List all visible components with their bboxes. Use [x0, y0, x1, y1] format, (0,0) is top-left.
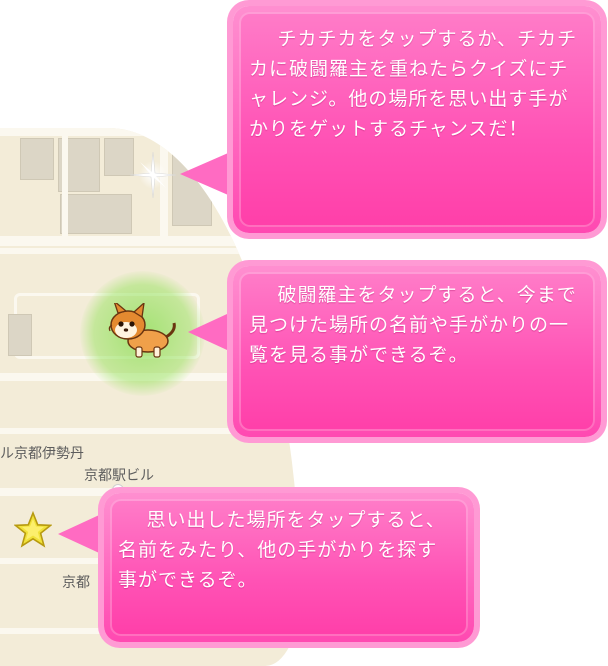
road [0, 428, 260, 434]
tip-text-1: チカチカをタップするか、チカチカに破闘羅主を重ねたらクイズにチャレンジ。他の場所… [249, 28, 578, 140]
tip-bubble-2: 破闘羅主をタップすると、今まで見つけた場所の名前や手がかりの一覧を見る事ができる… [233, 266, 601, 437]
road [0, 236, 240, 246]
map-label-station-building: 京都駅ビル [84, 468, 154, 484]
sparkle-icon[interactable] [128, 150, 178, 200]
building [8, 314, 32, 356]
tip-bubble-1: チカチカをタップするか、チカチカに破闘羅主を重ねたらクイズにチャレンジ。他の場所… [233, 6, 601, 233]
bubble-tail [58, 510, 110, 558]
bubble-tail [180, 150, 235, 198]
building [60, 194, 132, 234]
map-label-isetan: ル京都伊勢丹 [0, 446, 84, 462]
road [62, 128, 68, 246]
building [20, 138, 54, 180]
tip-text-3: 思い出した場所をタップすると、名前をみたり、他の手がかりを探す事ができるぞ。 [118, 509, 446, 591]
tip-text-2: 破闘羅主をタップすると、今まで見つけた場所の名前や手がかりの一覧を見る事ができる… [249, 284, 577, 366]
character-dog-icon[interactable] [104, 303, 178, 359]
road [0, 248, 270, 254]
map-label-kyoto: 京都 [62, 575, 90, 591]
tip-bubble-3: 思い出した場所をタップすると、名前をみたり、他の手がかりを探す事ができるぞ。 [104, 493, 474, 642]
star-icon[interactable] [14, 511, 52, 549]
